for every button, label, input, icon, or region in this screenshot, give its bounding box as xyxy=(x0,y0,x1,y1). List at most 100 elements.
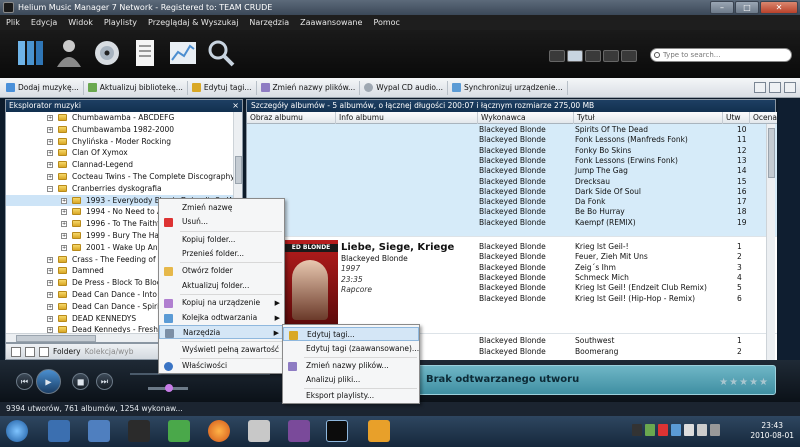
firefox-taskbar-icon[interactable] xyxy=(208,420,230,442)
tray-icon[interactable] xyxy=(671,424,681,436)
col-rating[interactable]: Ocena xyxy=(749,112,777,124)
edit-tags-button[interactable]: Edytuj tagi... xyxy=(191,80,257,95)
col-artist[interactable]: Wykonawca xyxy=(477,112,526,124)
tree-view-icon[interactable] xyxy=(25,346,35,357)
view-grid-button[interactable] xyxy=(585,50,601,62)
track-row[interactable]: Blackeyed Blonde Schmeck Mich 4 xyxy=(247,273,777,283)
menu-update-folder[interactable]: Aktualizuj folder... xyxy=(159,279,284,293)
layout-button-3[interactable] xyxy=(784,82,796,93)
playlist-icon[interactable] xyxy=(130,37,160,69)
rating-stars[interactable]: ★★★★★ xyxy=(719,377,769,388)
tray-icon[interactable] xyxy=(697,424,707,436)
explorer-taskbar-icon[interactable] xyxy=(48,420,70,442)
next-button[interactable]: ⏭ xyxy=(96,373,113,390)
volume-knob[interactable] xyxy=(165,384,173,392)
tree-item[interactable]: + Chylińska - Moder Rocking xyxy=(6,136,234,148)
clock[interactable]: 23:43 2010-08-01 xyxy=(750,421,794,441)
utorrent-taskbar-icon[interactable] xyxy=(168,420,190,442)
track-row[interactable]: Blackeyed Blonde Dark Side Of Soul 16 xyxy=(247,187,777,197)
prev-button[interactable]: ⏮ xyxy=(16,373,33,390)
tray-icon[interactable] xyxy=(684,424,694,436)
tree-item[interactable]: + Chumbawamba - ABCDEFG xyxy=(6,112,234,124)
menu-tools[interactable]: Narzędzia ▶ xyxy=(159,325,284,339)
folder-small-icon[interactable] xyxy=(39,346,49,357)
menu-rename[interactable]: Zmień nazwę xyxy=(159,201,284,215)
menu-copy-folder[interactable]: Kopiuj folder... xyxy=(159,233,284,247)
menu-browse[interactable]: Przeglądaj & Wyszukaj xyxy=(148,15,238,30)
tree-item[interactable]: − Cranberries dyskografia xyxy=(6,183,234,195)
track-row[interactable]: Blackeyed Blonde Fonk Lessons (Manfreds F… xyxy=(247,135,777,145)
minimize-button[interactable]: – xyxy=(710,1,734,14)
track-row[interactable]: Blackeyed Blonde Be Bo Hurray 18 xyxy=(247,207,777,217)
track-row[interactable]: Blackeyed Blonde Da Fonk 17 xyxy=(247,197,777,207)
volume-tray-icon[interactable] xyxy=(710,424,720,436)
collection-dropdown[interactable]: Kolekcja/wyb xyxy=(85,347,134,356)
close-panel-icon[interactable]: × xyxy=(232,100,239,112)
play-button[interactable]: ▶ xyxy=(36,369,61,394)
track-row[interactable]: Blackeyed Blonde Feuer, Zieh Mit Uns 2 xyxy=(247,252,777,262)
rename-files-button[interactable]: Zmień nazwy plików... xyxy=(260,80,361,95)
menu-play-queue[interactable]: Kolejka odtwarzania ▶ xyxy=(159,311,284,325)
col-title[interactable]: Tytuł xyxy=(573,112,595,124)
track-row[interactable]: Blackeyed Blonde Fonky Bo Skins 12 xyxy=(247,146,777,156)
media-taskbar-icon[interactable] xyxy=(128,420,150,442)
vmc-taskbar-icon[interactable] xyxy=(288,420,310,442)
menu-properties[interactable]: Właściwości xyxy=(159,359,284,373)
albums-vertical-scrollbar[interactable] xyxy=(766,124,775,361)
add-music-button[interactable]: Dodaj muzykę... xyxy=(6,80,84,95)
menu-delete[interactable]: Usuń... xyxy=(159,215,284,229)
track-row[interactable]: Blackeyed Blonde Kaempf (REMIX) 19 xyxy=(247,218,777,228)
update-library-button[interactable]: Aktualizuj bibliotekę... xyxy=(87,80,188,95)
track-row[interactable]: Blackeyed Blonde Spirits Of The Dead 10 xyxy=(247,125,777,135)
view-details-button[interactable] xyxy=(567,50,583,62)
view-list-button[interactable] xyxy=(549,50,565,62)
sync-device-button[interactable]: Synchronizuj urządzenie... xyxy=(451,80,568,95)
submenu-edit-tags-advanced[interactable]: Edytuj tagi (zaawansowane)... xyxy=(283,342,419,356)
menu-help[interactable]: Pomoc xyxy=(373,15,400,30)
layout-button-1[interactable] xyxy=(754,82,766,93)
menu-playlists[interactable]: Playlisty xyxy=(104,15,137,30)
tree-item[interactable]: + Chumbawamba 1982-2000 xyxy=(6,124,234,136)
submenu-rename-files[interactable]: Zmień nazwy plików... xyxy=(283,359,419,373)
artist-icon[interactable] xyxy=(54,37,84,69)
start-button[interactable] xyxy=(6,420,28,442)
submenu-export-playlist[interactable]: Eksport playlisty... xyxy=(283,389,419,403)
submenu-analyze-files[interactable]: Analizuj pliki... xyxy=(283,373,419,387)
burn-cd-button[interactable]: Wypal CD audio... xyxy=(364,80,448,95)
tree-item[interactable]: + Cocteau Twins - The Complete Discograph… xyxy=(6,171,234,183)
track-row[interactable]: Blackeyed Blonde Krieg Ist Geil-! 1 xyxy=(247,242,777,252)
menu-view[interactable]: Widok xyxy=(68,15,93,30)
settings-icon[interactable] xyxy=(11,346,21,357)
track-row[interactable]: Blackeyed Blonde Drecksau 15 xyxy=(247,177,777,187)
submenu-edit-tags[interactable]: Edytuj tagi... xyxy=(283,327,419,341)
layout-button-2[interactable] xyxy=(769,82,781,93)
helium-taskbar-icon[interactable] xyxy=(326,420,348,442)
close-button[interactable]: ✕ xyxy=(760,1,798,14)
tray-icon[interactable] xyxy=(658,424,668,436)
col-track[interactable]: Utw xyxy=(722,112,741,124)
library-icon[interactable] xyxy=(16,37,46,69)
track-row[interactable]: Blackeyed Blonde Jump The Gag 14 xyxy=(247,166,777,176)
maximize-button[interactable]: □ xyxy=(735,1,759,14)
view-cover-button[interactable] xyxy=(621,50,637,62)
track-row[interactable]: Blackeyed Blonde Krieg Ist Geil! (Endzeit… xyxy=(247,283,777,293)
track-row[interactable]: Blackeyed Blonde Fonk Lessons (Erwins Fon… xyxy=(247,156,777,166)
tree-item[interactable]: + Clannad-Legend xyxy=(6,159,234,171)
col-album-art[interactable]: Obraz albumu xyxy=(247,112,303,124)
tree-item[interactable]: + Clan Of Xymox xyxy=(6,147,234,159)
stop-button[interactable]: ■ xyxy=(72,373,89,390)
track-row[interactable]: Blackeyed Blonde Zeig´s Ihm 3 xyxy=(247,263,777,273)
album-group[interactable]: ED BLONDE Liebe, Siege, Kriege Blackeyed… xyxy=(247,236,777,333)
app-taskbar-icon[interactable] xyxy=(368,420,390,442)
view-tiles-button[interactable] xyxy=(603,50,619,62)
album-group[interactable]: Blackeyed Blonde Spirits Of The Dead 10 Bl… xyxy=(247,124,777,236)
col-album-info[interactable]: Info albumu xyxy=(335,112,384,124)
statistics-icon[interactable] xyxy=(168,37,198,69)
menu-file[interactable]: Plik xyxy=(6,15,20,30)
menu-open-folder[interactable]: Otwórz folder xyxy=(159,264,284,278)
computer-taskbar-icon[interactable] xyxy=(88,420,110,442)
menu-move-folder[interactable]: Przenieś folder... xyxy=(159,247,284,261)
menu-advanced[interactable]: Zaawansowane xyxy=(300,15,362,30)
menu-edit[interactable]: Edycja xyxy=(31,15,57,30)
folders-dropdown[interactable]: Foldery xyxy=(53,347,81,356)
